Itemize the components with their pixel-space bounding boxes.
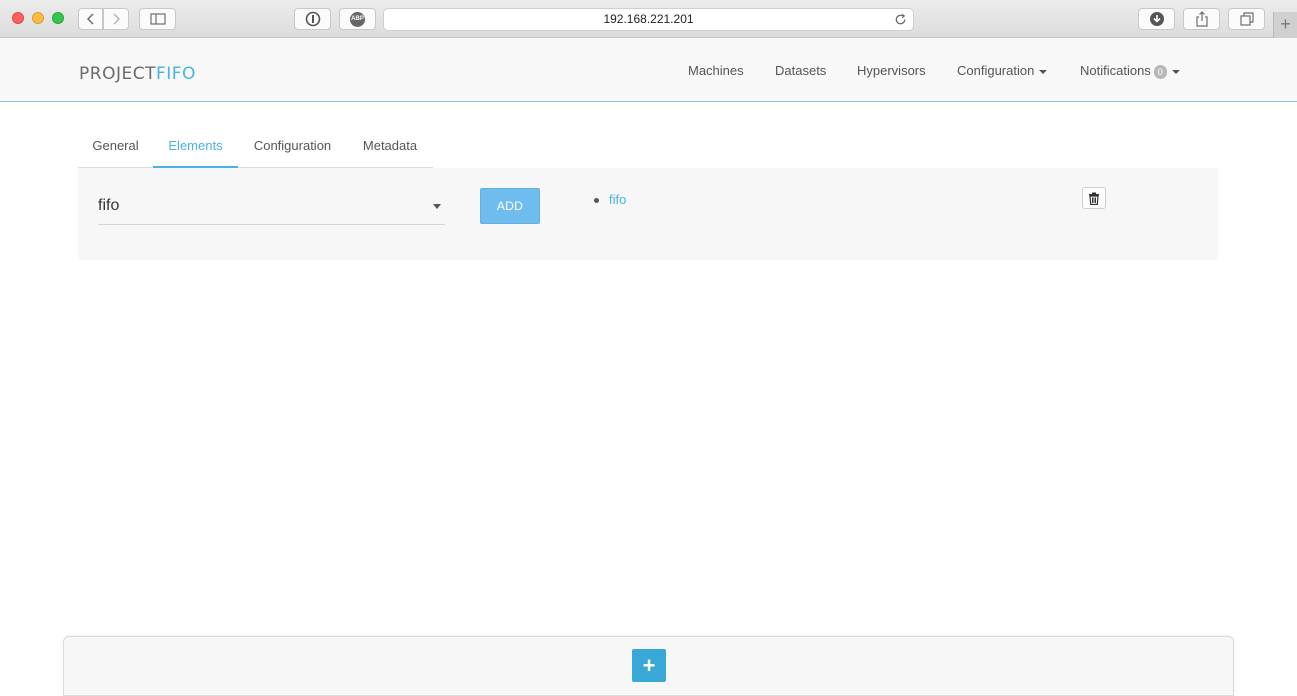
nav-hypervisors[interactable]: Hypervisors	[857, 63, 926, 79]
downloads-button[interactable]	[1138, 8, 1175, 30]
password-manager-icon	[305, 11, 320, 27]
caret-down-icon	[1039, 69, 1048, 74]
adblock-icon: ABP	[350, 11, 365, 27]
detail-tabs: General Elements Configuration Metadata	[78, 128, 433, 168]
tab-metadata[interactable]: Metadata	[347, 128, 433, 168]
list-item: fifo	[594, 192, 626, 208]
chevron-right-icon	[113, 13, 121, 25]
share-icon	[1195, 11, 1208, 27]
window-minimize-button[interactable]	[32, 12, 44, 24]
nav-datasets[interactable]: Datasets	[775, 63, 826, 79]
caret-down-icon	[433, 204, 441, 209]
nav-machines[interactable]: Machines	[688, 63, 744, 79]
password-manager-button[interactable]	[294, 8, 331, 30]
tabs-icon	[1239, 12, 1254, 26]
window-zoom-button[interactable]	[52, 12, 64, 24]
new-tab-button[interactable]: +	[1273, 12, 1297, 38]
element-link[interactable]: fifo	[609, 192, 626, 207]
elements-list: fifo	[594, 192, 626, 208]
sidebar-toggle-button[interactable]	[139, 8, 176, 30]
add-new-button[interactable]: +	[632, 649, 666, 682]
caret-down-icon	[1171, 69, 1180, 74]
browser-toolbar: ABP 192.168.221.201 +	[0, 0, 1297, 38]
element-select-value: fifo	[98, 197, 120, 214]
tab-general[interactable]: General	[78, 128, 153, 168]
notifications-count-badge: 0	[1153, 64, 1167, 79]
bottom-action-bar: +	[63, 636, 1234, 696]
chevron-left-icon	[86, 13, 94, 25]
download-icon	[1149, 12, 1164, 26]
window-close-button[interactable]	[12, 12, 24, 24]
nav-configuration-dropdown[interactable]: Configuration	[957, 63, 1048, 79]
bullet-icon	[594, 198, 599, 204]
elements-panel: fifo ADD fifo	[78, 168, 1218, 260]
back-button[interactable]	[78, 8, 103, 30]
reload-icon[interactable]	[893, 12, 908, 27]
delete-button[interactable]	[1082, 187, 1106, 209]
forward-button[interactable]	[103, 8, 129, 30]
sidebar-icon	[149, 13, 166, 25]
logo-text-project: PROJECT	[79, 64, 156, 84]
element-select[interactable]: fifo	[98, 190, 445, 225]
plus-icon: +	[1280, 14, 1291, 34]
address-bar[interactable]: 192.168.221.201	[383, 8, 914, 31]
adblock-button[interactable]: ABP	[339, 8, 376, 30]
tab-elements[interactable]: Elements	[153, 128, 238, 168]
address-bar-url: 192.168.221.201	[603, 12, 694, 26]
app-navbar: PROJECTFIFO Machines Datasets Hypervisor…	[0, 38, 1297, 102]
add-button[interactable]: ADD	[480, 188, 540, 224]
tab-configuration[interactable]: Configuration	[238, 128, 347, 168]
plus-icon: +	[642, 652, 656, 678]
project-fifo-logo[interactable]: PROJECTFIFO	[79, 64, 196, 84]
tabs-overview-button[interactable]	[1228, 8, 1265, 30]
nav-configuration-label: Configuration	[957, 63, 1035, 78]
logo-text-fifo: FIFO	[155, 64, 196, 84]
trash-icon	[1089, 192, 1099, 205]
nav-notifications-dropdown[interactable]: Notifications 0	[1080, 63, 1180, 79]
nav-notifications-label: Notifications	[1080, 63, 1151, 78]
share-button[interactable]	[1183, 8, 1220, 30]
